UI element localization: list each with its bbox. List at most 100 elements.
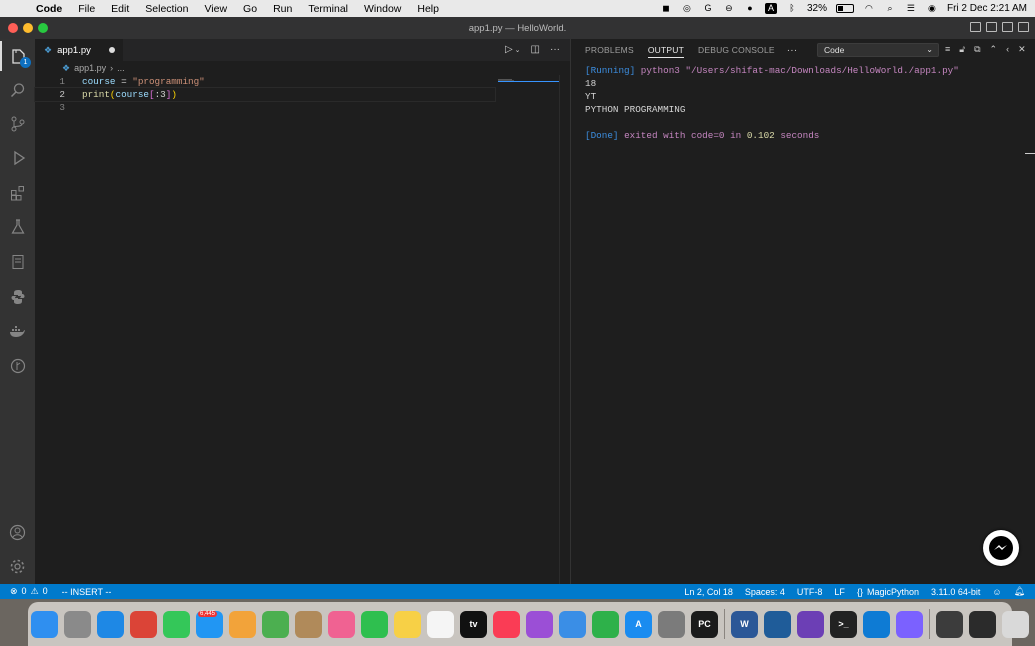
- dock-facetime-icon[interactable]: [361, 610, 388, 638]
- menu-edit[interactable]: Edit: [111, 3, 129, 15]
- panel-more-icon[interactable]: ···: [787, 45, 798, 56]
- menu-view[interactable]: View: [204, 3, 227, 15]
- feedback-icon[interactable]: ☺: [992, 587, 1001, 597]
- notifications-bell-icon[interactable]: 🔔︎: [1014, 586, 1025, 597]
- messenger-chat-head-button[interactable]: [983, 530, 1019, 566]
- lock-scroll-icon[interactable]: 🔓︎: [959, 44, 965, 55]
- dock-safari-icon[interactable]: [97, 610, 124, 638]
- run-dropdown-chevron-icon[interactable]: ⌄: [515, 46, 521, 55]
- dock-launchpad-icon[interactable]: [64, 610, 91, 638]
- docker-icon[interactable]: [0, 317, 35, 347]
- editor-overview-ruler[interactable]: [559, 75, 560, 584]
- minimap-slider[interactable]: [498, 81, 560, 82]
- search-icon[interactable]: [0, 75, 35, 105]
- panel-chevron-icon[interactable]: ‹: [1006, 44, 1009, 55]
- dock-reminders-icon[interactable]: [427, 610, 454, 638]
- open-output-in-editor-icon[interactable]: ⧉: [974, 44, 980, 55]
- maximize-panel-icon[interactable]: ⌃: [990, 44, 998, 55]
- dock-wireshark-icon[interactable]: [764, 610, 791, 638]
- dock-keynote-icon[interactable]: [559, 610, 586, 638]
- menu-terminal[interactable]: Terminal: [308, 3, 348, 15]
- dock-apple-tv-icon[interactable]: tv: [460, 610, 487, 638]
- breadcrumb-file[interactable]: app1.py: [74, 63, 106, 73]
- run-python-file-icon[interactable]: ▷: [505, 44, 513, 55]
- split-editor-icon[interactable]: ◫: [531, 44, 540, 55]
- editor-tab-app1[interactable]: ❖ app1.py: [35, 39, 123, 61]
- input-source-icon[interactable]: A: [764, 3, 777, 14]
- code-line[interactable]: 3: [35, 101, 570, 114]
- source-control-icon[interactable]: [0, 109, 35, 139]
- git-graph-icon[interactable]: [0, 351, 35, 381]
- siri-icon[interactable]: ◉: [926, 3, 938, 14]
- file-encoding[interactable]: UTF-8: [797, 587, 823, 597]
- close-panel-icon[interactable]: ✕: [1018, 44, 1026, 55]
- dock-messenger-icon[interactable]: [896, 610, 923, 638]
- tab-problems[interactable]: PROBLEMS: [585, 39, 634, 61]
- explorer-icon[interactable]: 1: [0, 41, 35, 71]
- dock-visual-studio-icon[interactable]: [797, 610, 824, 638]
- dock-terminal-icon[interactable]: >_: [830, 610, 857, 638]
- breadcrumb-more[interactable]: ...: [117, 63, 125, 73]
- python-interpreter[interactable]: 3.11.0 64-bit: [931, 587, 980, 597]
- user-icon[interactable]: ●: [744, 3, 756, 14]
- menu-clock[interactable]: Fri 2 Dec 2:21 AM: [947, 3, 1027, 14]
- clear-output-icon[interactable]: ≡: [945, 44, 950, 55]
- control-center-icon[interactable]: ☰: [905, 3, 917, 14]
- creative-cloud-icon[interactable]: ◎: [681, 3, 693, 14]
- indentation[interactable]: Spaces: 4: [745, 587, 785, 597]
- end-of-line[interactable]: LF: [834, 587, 845, 597]
- output-text[interactable]: [Running] python3 "/Users/shifat-mac/Dow…: [585, 64, 959, 142]
- dock-maps-icon[interactable]: [262, 610, 289, 638]
- menu-file[interactable]: File: [78, 3, 95, 15]
- notebook-icon[interactable]: [0, 247, 35, 277]
- dock-numbers-icon[interactable]: [592, 610, 619, 638]
- language-mode[interactable]: {} MagicPython: [857, 587, 919, 597]
- dock-finder-icon[interactable]: [31, 610, 58, 638]
- code-editor[interactable]: 1 course = "programming" 2 print(course[…: [34, 75, 570, 114]
- dock-system-preferences-icon[interactable]: [658, 610, 685, 638]
- dock-pycharm-icon[interactable]: PC: [691, 610, 718, 638]
- problems-status[interactable]: ⊗ 0 ⚠ 0: [10, 586, 48, 597]
- editor-more-actions-icon[interactable]: ···: [550, 44, 560, 55]
- cursor-position[interactable]: Ln 2, Col 18: [684, 587, 733, 597]
- tab-debug-console[interactable]: DEBUG CONSOLE: [698, 39, 775, 61]
- code-line[interactable]: 1 course = "programming": [35, 75, 570, 88]
- settings-gear-icon[interactable]: [0, 551, 35, 581]
- spotlight-search-icon[interactable]: ⌕: [884, 3, 896, 14]
- dock-messages-icon[interactable]: [163, 610, 190, 638]
- panel-scroll-indicator[interactable]: [1025, 153, 1035, 154]
- dock-notes-icon[interactable]: [394, 610, 421, 638]
- tab-output[interactable]: OUTPUT: [647, 39, 685, 61]
- dock-chrome-icon[interactable]: [130, 610, 157, 638]
- toggle-panel-icon[interactable]: [986, 22, 997, 32]
- menu-window[interactable]: Window: [364, 3, 401, 15]
- dock-photos-icon[interactable]: [328, 610, 355, 638]
- no-entry-icon[interactable]: ⊖: [723, 3, 735, 14]
- menu-help[interactable]: Help: [417, 3, 439, 15]
- menu-selection[interactable]: Selection: [145, 3, 188, 15]
- grammarly-icon[interactable]: G: [702, 3, 714, 14]
- dock-pages-pencil-icon[interactable]: [229, 610, 256, 638]
- menu-go[interactable]: Go: [243, 3, 257, 15]
- extensions-icon[interactable]: [0, 178, 35, 208]
- dock-word-icon[interactable]: W: [731, 610, 758, 638]
- dock-app-store-icon[interactable]: A: [625, 610, 652, 638]
- testing-icon[interactable]: [0, 212, 35, 242]
- code-line-current[interactable]: 2 print(course[:3]): [34, 87, 496, 102]
- python-icon[interactable]: [0, 282, 35, 312]
- output-channel-select[interactable]: Code ⌄: [817, 43, 939, 57]
- dock-recent-window-2-icon[interactable]: [969, 610, 996, 638]
- run-debug-icon[interactable]: [0, 143, 35, 173]
- dock-podcasts-icon[interactable]: [526, 610, 553, 638]
- menu-app-name[interactable]: Code: [36, 3, 62, 15]
- account-icon[interactable]: [0, 517, 35, 547]
- customize-layout-icon[interactable]: [1018, 22, 1029, 32]
- bluetooth-icon[interactable]: ᛒ: [786, 3, 798, 14]
- unsaved-dot-icon[interactable]: [109, 47, 115, 53]
- dock-music-icon[interactable]: [493, 610, 520, 638]
- menu-run[interactable]: Run: [273, 3, 292, 15]
- dock-contacts-icon[interactable]: [295, 610, 322, 638]
- status-app-icon[interactable]: ◼: [660, 3, 672, 14]
- toggle-secondary-sidebar-icon[interactable]: [1002, 22, 1013, 32]
- dock-recent-window-1-icon[interactable]: [936, 610, 963, 638]
